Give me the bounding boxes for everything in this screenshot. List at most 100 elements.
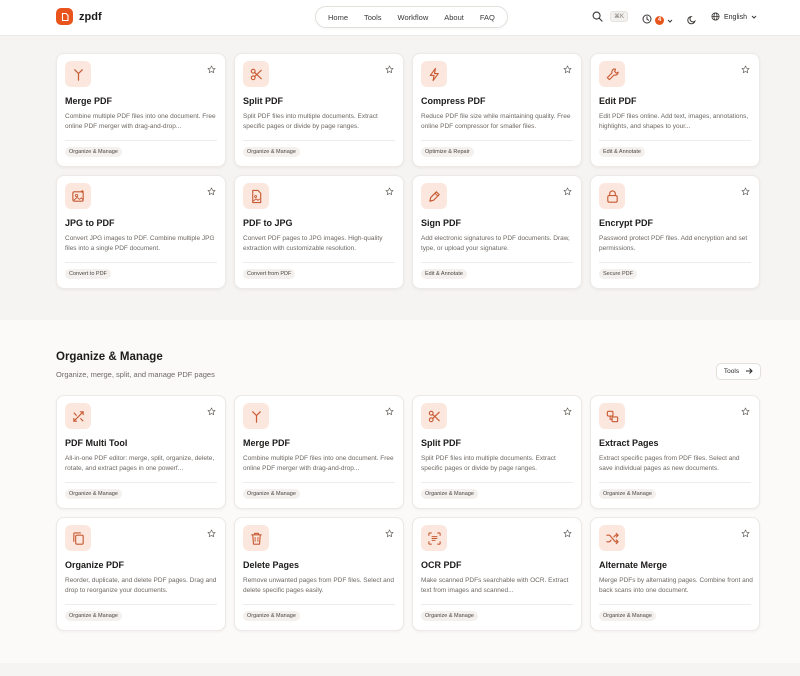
- history-button[interactable]: 4: [642, 11, 673, 29]
- star-icon[interactable]: [741, 61, 750, 79]
- category-tag[interactable]: Edit & Annotate: [421, 269, 467, 279]
- scan-text-icon: [421, 525, 447, 551]
- star-icon[interactable]: [741, 525, 750, 543]
- star-icon[interactable]: [741, 183, 750, 201]
- tools-button-label: Tools: [723, 368, 740, 375]
- nav-faq[interactable]: FAQ: [472, 13, 503, 22]
- card-description: Split PDF files into multiple documents.…: [243, 113, 378, 130]
- card-divider: [65, 140, 217, 141]
- tool-card-sign-pdf[interactable]: Sign PDF Add electronic signatures to PD…: [412, 175, 582, 289]
- star-icon[interactable]: [741, 403, 750, 421]
- tools-button[interactable]: Tools: [716, 363, 761, 380]
- star-icon[interactable]: [563, 403, 572, 421]
- card-description: Merge PDFs by alternating pages. Combine…: [599, 577, 753, 594]
- top-header: zpdf Home Tools Workflow About FAQ ⌘K 4 …: [0, 0, 800, 36]
- card-description: Edit PDF files online. Add text, images,…: [599, 113, 749, 130]
- nav-about[interactable]: About: [436, 13, 472, 22]
- card-title: Encrypt PDF: [599, 218, 654, 228]
- category-tag[interactable]: Organize & Manage: [599, 489, 656, 499]
- category-tag[interactable]: Organize & Manage: [599, 611, 656, 621]
- star-icon[interactable]: [385, 183, 394, 201]
- star-icon[interactable]: [207, 525, 216, 543]
- clock-icon: [642, 11, 652, 29]
- tool-card-split-pdf[interactable]: Split PDF Split PDF files into multiple …: [412, 395, 582, 509]
- category-tag[interactable]: Organize & Manage: [421, 489, 478, 499]
- card-description: Reorder, duplicate, and delete PDF pages…: [65, 577, 217, 594]
- category-tag[interactable]: Organize & Manage: [65, 147, 122, 157]
- card-description: Split PDF files into multiple documents.…: [421, 455, 556, 472]
- lock-icon: [599, 183, 625, 209]
- tool-card-pdf-to-jpg[interactable]: PDF to JPG Convert PDF pages to JPG imag…: [234, 175, 404, 289]
- card-divider: [65, 604, 217, 605]
- category-tag[interactable]: Edit & Annotate: [599, 147, 645, 157]
- star-icon[interactable]: [563, 183, 572, 201]
- card-divider: [243, 482, 395, 483]
- chevron-down-icon: [667, 11, 673, 29]
- tool-card-organize-pdf[interactable]: Organize PDF Reorder, duplicate, and del…: [56, 517, 226, 631]
- tool-card-compress-pdf[interactable]: Compress PDF Reduce PDF file size while …: [412, 53, 582, 167]
- category-tag[interactable]: Convert to PDF: [65, 269, 111, 279]
- arrow-right-icon: [745, 367, 753, 377]
- section-title: Organize & Manage: [56, 351, 163, 363]
- star-icon[interactable]: [207, 403, 216, 421]
- language-label: English: [724, 14, 747, 21]
- card-title: Extract Pages: [599, 438, 659, 448]
- card-title: Delete Pages: [243, 560, 300, 570]
- brand-logo[interactable]: zpdf: [56, 8, 102, 25]
- category-tag[interactable]: Organize & Manage: [65, 611, 122, 621]
- tool-card-split-pdf[interactable]: Split PDF Split PDF files into multiple …: [234, 53, 404, 167]
- tool-card-ocr-pdf[interactable]: OCR PDF Make scanned PDFs searchable wit…: [412, 517, 582, 631]
- card-title: Sign PDF: [421, 218, 461, 228]
- tool-card-merge-pdf[interactable]: Merge PDF Combine multiple PDF files int…: [234, 395, 404, 509]
- brand-name: zpdf: [79, 10, 102, 23]
- star-icon[interactable]: [385, 61, 394, 79]
- search-icon[interactable]: [592, 11, 603, 22]
- card-divider: [65, 262, 217, 263]
- star-icon[interactable]: [207, 183, 216, 201]
- file-image-icon: [243, 183, 269, 209]
- tool-card-merge-pdf[interactable]: Merge PDF Combine multiple PDF files int…: [56, 53, 226, 167]
- wrench-icon: [599, 61, 625, 87]
- image-plus-icon: [65, 183, 91, 209]
- category-tag[interactable]: Optimize & Repair: [421, 147, 474, 157]
- tool-card-alternate-merge[interactable]: Alternate Merge Merge PDFs by alternatin…: [590, 517, 760, 631]
- lightning-icon: [421, 61, 447, 87]
- star-icon[interactable]: [563, 525, 572, 543]
- category-tag[interactable]: Secure PDF: [599, 269, 637, 279]
- category-tag[interactable]: Convert from PDF: [243, 269, 296, 279]
- star-icon[interactable]: [207, 61, 216, 79]
- star-icon[interactable]: [563, 61, 572, 79]
- card-divider: [243, 262, 395, 263]
- card-title: OCR PDF: [421, 560, 462, 570]
- card-title: Split PDF: [421, 438, 461, 448]
- nav-workflow[interactable]: Workflow: [390, 13, 437, 22]
- nav-tools[interactable]: Tools: [356, 13, 390, 22]
- card-title: Split PDF: [243, 96, 283, 106]
- scissors-icon: [421, 403, 447, 429]
- category-tag[interactable]: Organize & Manage: [243, 147, 300, 157]
- moon-icon[interactable]: [687, 12, 697, 30]
- chevron-down-icon: [751, 14, 757, 22]
- language-selector[interactable]: English: [711, 12, 757, 23]
- category-tag[interactable]: Organize & Manage: [243, 611, 300, 621]
- logo-icon: [56, 8, 73, 25]
- tool-card-jpg-to-pdf[interactable]: JPG to PDF Convert JPG images to PDF. Co…: [56, 175, 226, 289]
- card-divider: [599, 140, 751, 141]
- main-nav: Home Tools Workflow About FAQ: [315, 6, 508, 28]
- notification-badge: 4: [655, 15, 664, 25]
- tool-card-encrypt-pdf[interactable]: Encrypt PDF Password protect PDF files. …: [590, 175, 760, 289]
- tool-card-delete-pages[interactable]: Delete Pages Remove unwanted pages from …: [234, 517, 404, 631]
- search-shortcut: ⌘K: [610, 11, 629, 22]
- tool-card-extract-pages[interactable]: Extract Pages Extract specific pages fro…: [590, 395, 760, 509]
- category-tag[interactable]: Organize & Manage: [243, 489, 300, 499]
- star-icon[interactable]: [385, 525, 394, 543]
- card-divider: [65, 482, 217, 483]
- star-icon[interactable]: [385, 403, 394, 421]
- category-tag[interactable]: Organize & Manage: [65, 489, 122, 499]
- category-tag[interactable]: Organize & Manage: [421, 611, 478, 621]
- trash-icon: [243, 525, 269, 551]
- nav-home[interactable]: Home: [320, 13, 356, 22]
- tool-card-pdf-multi-tool[interactable]: PDF Multi Tool All-in-one PDF editor: me…: [56, 395, 226, 509]
- extract-icon: [599, 403, 625, 429]
- tool-card-edit-pdf[interactable]: Edit PDF Edit PDF files online. Add text…: [590, 53, 760, 167]
